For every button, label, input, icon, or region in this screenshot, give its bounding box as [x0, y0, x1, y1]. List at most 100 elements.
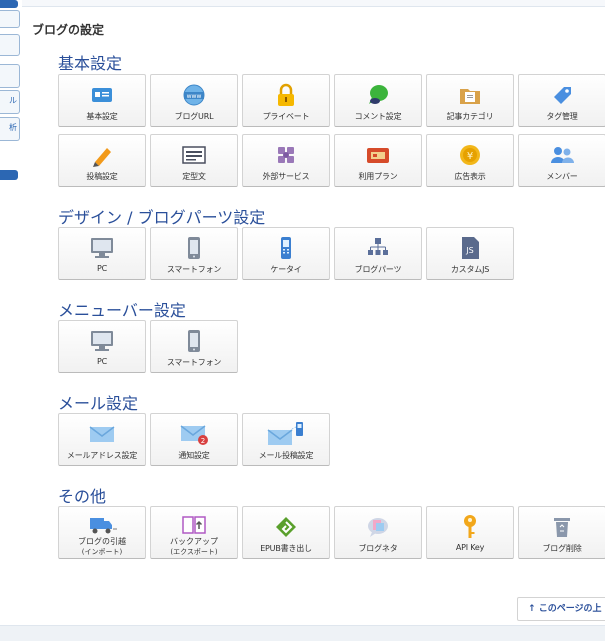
sidebar-active-marker: [0, 0, 18, 8]
mail-phone-icon: [243, 422, 329, 446]
tile-label: プライベート: [262, 112, 310, 121]
tile-comment-settings[interactable]: コメント設定: [334, 74, 422, 127]
tile-design-blog-parts[interactable]: ブログパーツ: [334, 227, 422, 280]
feature-phone-icon: [243, 236, 329, 260]
tile-usage-plan[interactable]: 利用プラン: [334, 134, 422, 187]
monitor-icon: [59, 329, 145, 353]
notify-envelope-icon: 2: [151, 422, 237, 446]
tile-label-sub: (エクスポート): [170, 548, 218, 556]
members-icon: [519, 143, 605, 167]
sidebar-active-marker[interactable]: [0, 170, 18, 180]
tile-label: 広告表示: [454, 172, 486, 181]
tile-label: コメント設定: [354, 112, 402, 121]
tile-label-main: バックアップ: [170, 537, 218, 546]
speech-bubble-icon: [335, 83, 421, 107]
pencil-icon: [59, 143, 145, 167]
tile-label-main: ブログの引越: [78, 537, 126, 546]
blog-neta-icon: [335, 515, 421, 539]
smartphone-icon: [151, 329, 237, 353]
www-globe-icon: www: [151, 83, 237, 107]
tile-label: ブログパーツ: [354, 265, 402, 274]
tile-label: スマートフォン: [166, 358, 222, 367]
section-title-design: デザイン / ブログパーツ設定: [58, 208, 266, 227]
tile-menubar-smartphone[interactable]: スマートフォン: [150, 320, 238, 373]
tile-members[interactable]: メンバー: [518, 134, 605, 187]
tile-label: EPUB書き出し: [260, 544, 312, 553]
monitor-icon: [59, 236, 145, 260]
puzzle-icon: [243, 143, 329, 167]
tile-article-category[interactable]: 記事カテゴリ: [426, 74, 514, 127]
sidebar-tab[interactable]: [0, 10, 20, 28]
tile-label: 利用プラン: [358, 172, 398, 181]
tile-api-key[interactable]: API Key: [426, 506, 514, 559]
svg-text:¥: ¥: [467, 151, 473, 162]
section-title-menubar: メニューバー設定: [58, 301, 186, 320]
tile-label: タグ管理: [546, 112, 578, 121]
blog-parts-icon: [335, 236, 421, 260]
tile-design-smartphone[interactable]: スマートフォン: [150, 227, 238, 280]
sidebar-tab-text: 析: [9, 123, 17, 132]
plan-card-icon: [335, 143, 421, 167]
sidebar-tab-label[interactable]: 析: [0, 117, 20, 141]
tile-private[interactable]: プライベート: [242, 74, 330, 127]
sidebar-tab-label[interactable]: ル: [0, 90, 20, 114]
tile-label: API Key: [455, 543, 485, 552]
tile-label: メンバー: [546, 172, 578, 181]
tile-blog-delete[interactable]: ブログ削除: [518, 506, 605, 559]
tile-label: スマートフォン: [166, 265, 222, 274]
tile-label: PC: [96, 357, 107, 366]
tile-ad-display[interactable]: ¥ 広告表示: [426, 134, 514, 187]
trash-icon: [519, 515, 605, 539]
notification-badge: 2: [201, 437, 205, 445]
tile-menubar-pc[interactable]: PC: [58, 320, 146, 373]
tile-template[interactable]: 定型文: [150, 134, 238, 187]
sidebar-tab-text: ル: [9, 96, 17, 105]
tile-label: ブログURL: [174, 112, 214, 121]
tile-blog-move[interactable]: ブログの引越 (インポート): [58, 506, 146, 559]
tag-icon: [519, 83, 605, 107]
tile-label: メールアドレス設定: [66, 451, 138, 460]
tile-label: ケータイ: [270, 265, 302, 274]
page-top-label: このページの上: [538, 604, 602, 614]
tile-blog-neta[interactable]: ブログネタ: [334, 506, 422, 559]
tile-label: 基本設定: [86, 112, 118, 121]
id-card-icon: [59, 83, 145, 107]
page-top-button[interactable]: ↑ このページの上: [517, 597, 605, 621]
arrow-up-icon: ↑: [528, 604, 536, 614]
tile-tag-management[interactable]: タグ管理: [518, 74, 605, 127]
smartphone-icon: [151, 236, 237, 260]
tile-backup[interactable]: バックアップ (エクスポート): [150, 506, 238, 559]
tile-external-services[interactable]: 外部サービス: [242, 134, 330, 187]
tile-mail-post-settings[interactable]: メール投稿設定: [242, 413, 330, 466]
backup-book-icon: [151, 513, 237, 537]
padlock-icon: [243, 83, 329, 107]
tile-design-pc[interactable]: PC: [58, 227, 146, 280]
js-file-icon: JS: [427, 236, 513, 260]
footer-bar: [0, 625, 605, 641]
tile-label: ブログの引越 (インポート): [59, 537, 145, 557]
tile-label: 記事カテゴリ: [446, 112, 494, 121]
tile-blog-url[interactable]: www ブログURL: [150, 74, 238, 127]
template-icon: [151, 143, 237, 167]
tile-notification-settings[interactable]: 2 通知設定: [150, 413, 238, 466]
tile-design-keitai[interactable]: ケータイ: [242, 227, 330, 280]
tile-epub-export[interactable]: EPUB書き出し: [242, 506, 330, 559]
section-title-other: その他: [58, 487, 107, 506]
tile-label: 定型文: [182, 172, 206, 181]
tile-basic-settings[interactable]: 基本設定: [58, 74, 146, 127]
tile-label: ブログネタ: [358, 544, 398, 553]
tile-mail-address[interactable]: メールアドレス設定: [58, 413, 146, 466]
key-icon: [427, 515, 513, 539]
tile-design-custom-js[interactable]: JS カスタムJS: [426, 227, 514, 280]
tile-label: バックアップ (エクスポート): [151, 537, 237, 557]
tile-label: 通知設定: [178, 451, 210, 460]
sidebar-tab[interactable]: [0, 64, 20, 88]
tile-label: PC: [96, 264, 107, 273]
sidebar-tab[interactable]: [0, 34, 20, 56]
epub-icon: [243, 515, 329, 539]
envelope-icon: [59, 422, 145, 446]
tile-label: ブログ削除: [542, 544, 582, 553]
tile-post-settings[interactable]: 投稿設定: [58, 134, 146, 187]
tile-label-sub: (インポート): [81, 548, 123, 556]
left-sidebar: ル 析: [0, 0, 22, 640]
